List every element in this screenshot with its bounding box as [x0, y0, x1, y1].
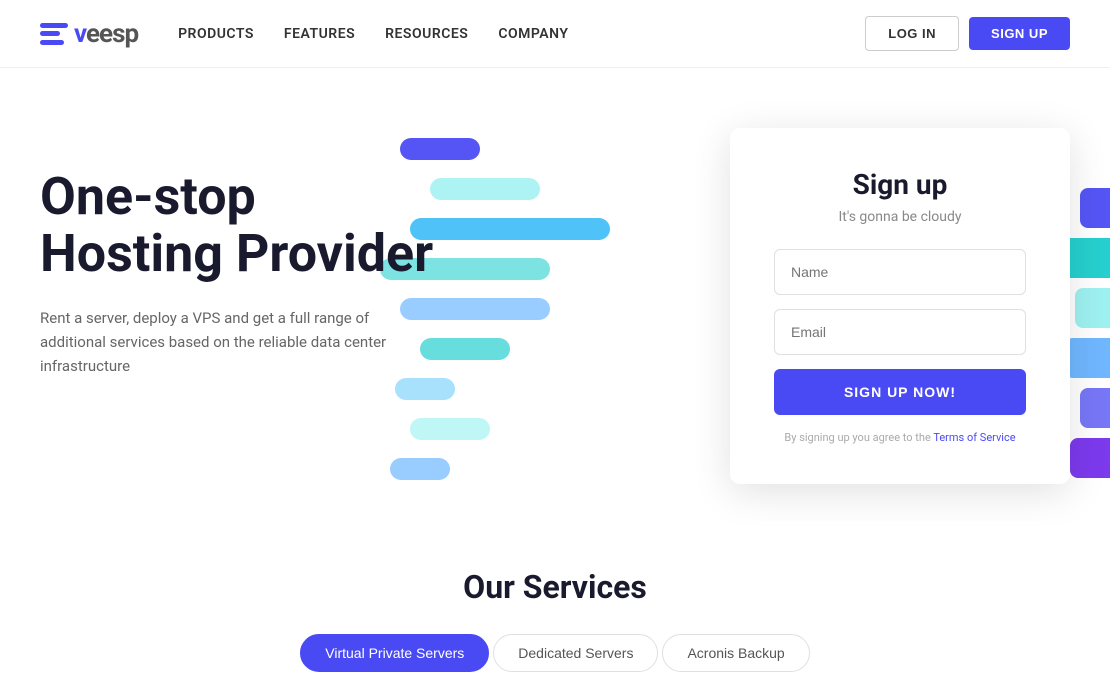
terms-of-service-link[interactable]: Terms of Service — [933, 431, 1015, 444]
blob-right-4 — [1065, 338, 1110, 378]
services-tabs: Virtual Private Servers Dedicated Server… — [40, 634, 1070, 672]
tab-vps[interactable]: Virtual Private Servers — [300, 634, 489, 672]
logo-icon — [40, 23, 68, 45]
signup-card-subtitle: It's gonna be cloudy — [774, 209, 1026, 225]
signup-terms: By signing up you agree to the Terms of … — [774, 431, 1026, 444]
blob-right-5 — [1080, 388, 1110, 428]
hero-title-line2: Hosting Provider — [40, 223, 433, 284]
blob-right-1 — [1080, 188, 1110, 228]
nav-resources[interactable]: RESOURCES — [385, 26, 468, 42]
signup-card: Sign up It's gonna be cloudy SIGN UP NOW… — [730, 128, 1070, 484]
logo-stripe-3 — [40, 40, 64, 45]
hero-title: One-stop Hosting Provider — [40, 168, 433, 282]
tab-dedicated[interactable]: Dedicated Servers — [493, 634, 658, 672]
tab-backup[interactable]: Acronis Backup — [662, 634, 809, 672]
logo-stripe-2 — [40, 31, 60, 36]
terms-prefix-text: By signing up you agree to the — [784, 431, 933, 444]
logo-stripe-1 — [40, 23, 68, 28]
services-title: Our Services — [40, 568, 1070, 606]
nav-left: veesp PRODUCTS FEATURES RESOURCES COMPAN… — [40, 19, 568, 49]
nav-features[interactable]: FEATURES — [284, 26, 355, 42]
blob-right-3 — [1075, 288, 1110, 328]
blob-right-6 — [1070, 438, 1110, 478]
navbar: veesp PRODUCTS FEATURES RESOURCES COMPAN… — [0, 0, 1110, 68]
hero-subtitle: Rent a server, deploy a VPS and get a fu… — [40, 306, 400, 378]
signup-card-title: Sign up — [774, 168, 1026, 201]
login-button[interactable]: LOG IN — [865, 16, 959, 51]
signup-nav-button[interactable]: SIGN UP — [969, 17, 1070, 50]
nav-company[interactable]: COMPANY — [498, 26, 568, 42]
name-input[interactable] — [774, 249, 1026, 295]
hero-title-line1: One-stop — [40, 166, 256, 227]
signup-now-button[interactable]: SIGN UP NOW! — [774, 369, 1026, 415]
email-input[interactable] — [774, 309, 1026, 355]
logo-text: veesp — [74, 19, 138, 49]
logo[interactable]: veesp — [40, 19, 138, 49]
nav-links: PRODUCTS FEATURES RESOURCES COMPANY — [178, 26, 568, 42]
hero-section: One-stop Hosting Provider Rent a server,… — [0, 68, 1110, 538]
nav-products[interactable]: PRODUCTS — [178, 26, 254, 42]
nav-right: LOG IN SIGN UP — [865, 16, 1070, 51]
hero-text: One-stop Hosting Provider Rent a server,… — [40, 128, 433, 378]
hero-content: One-stop Hosting Provider Rent a server,… — [40, 128, 1070, 484]
services-section: Our Services Virtual Private Servers Ded… — [0, 538, 1110, 692]
